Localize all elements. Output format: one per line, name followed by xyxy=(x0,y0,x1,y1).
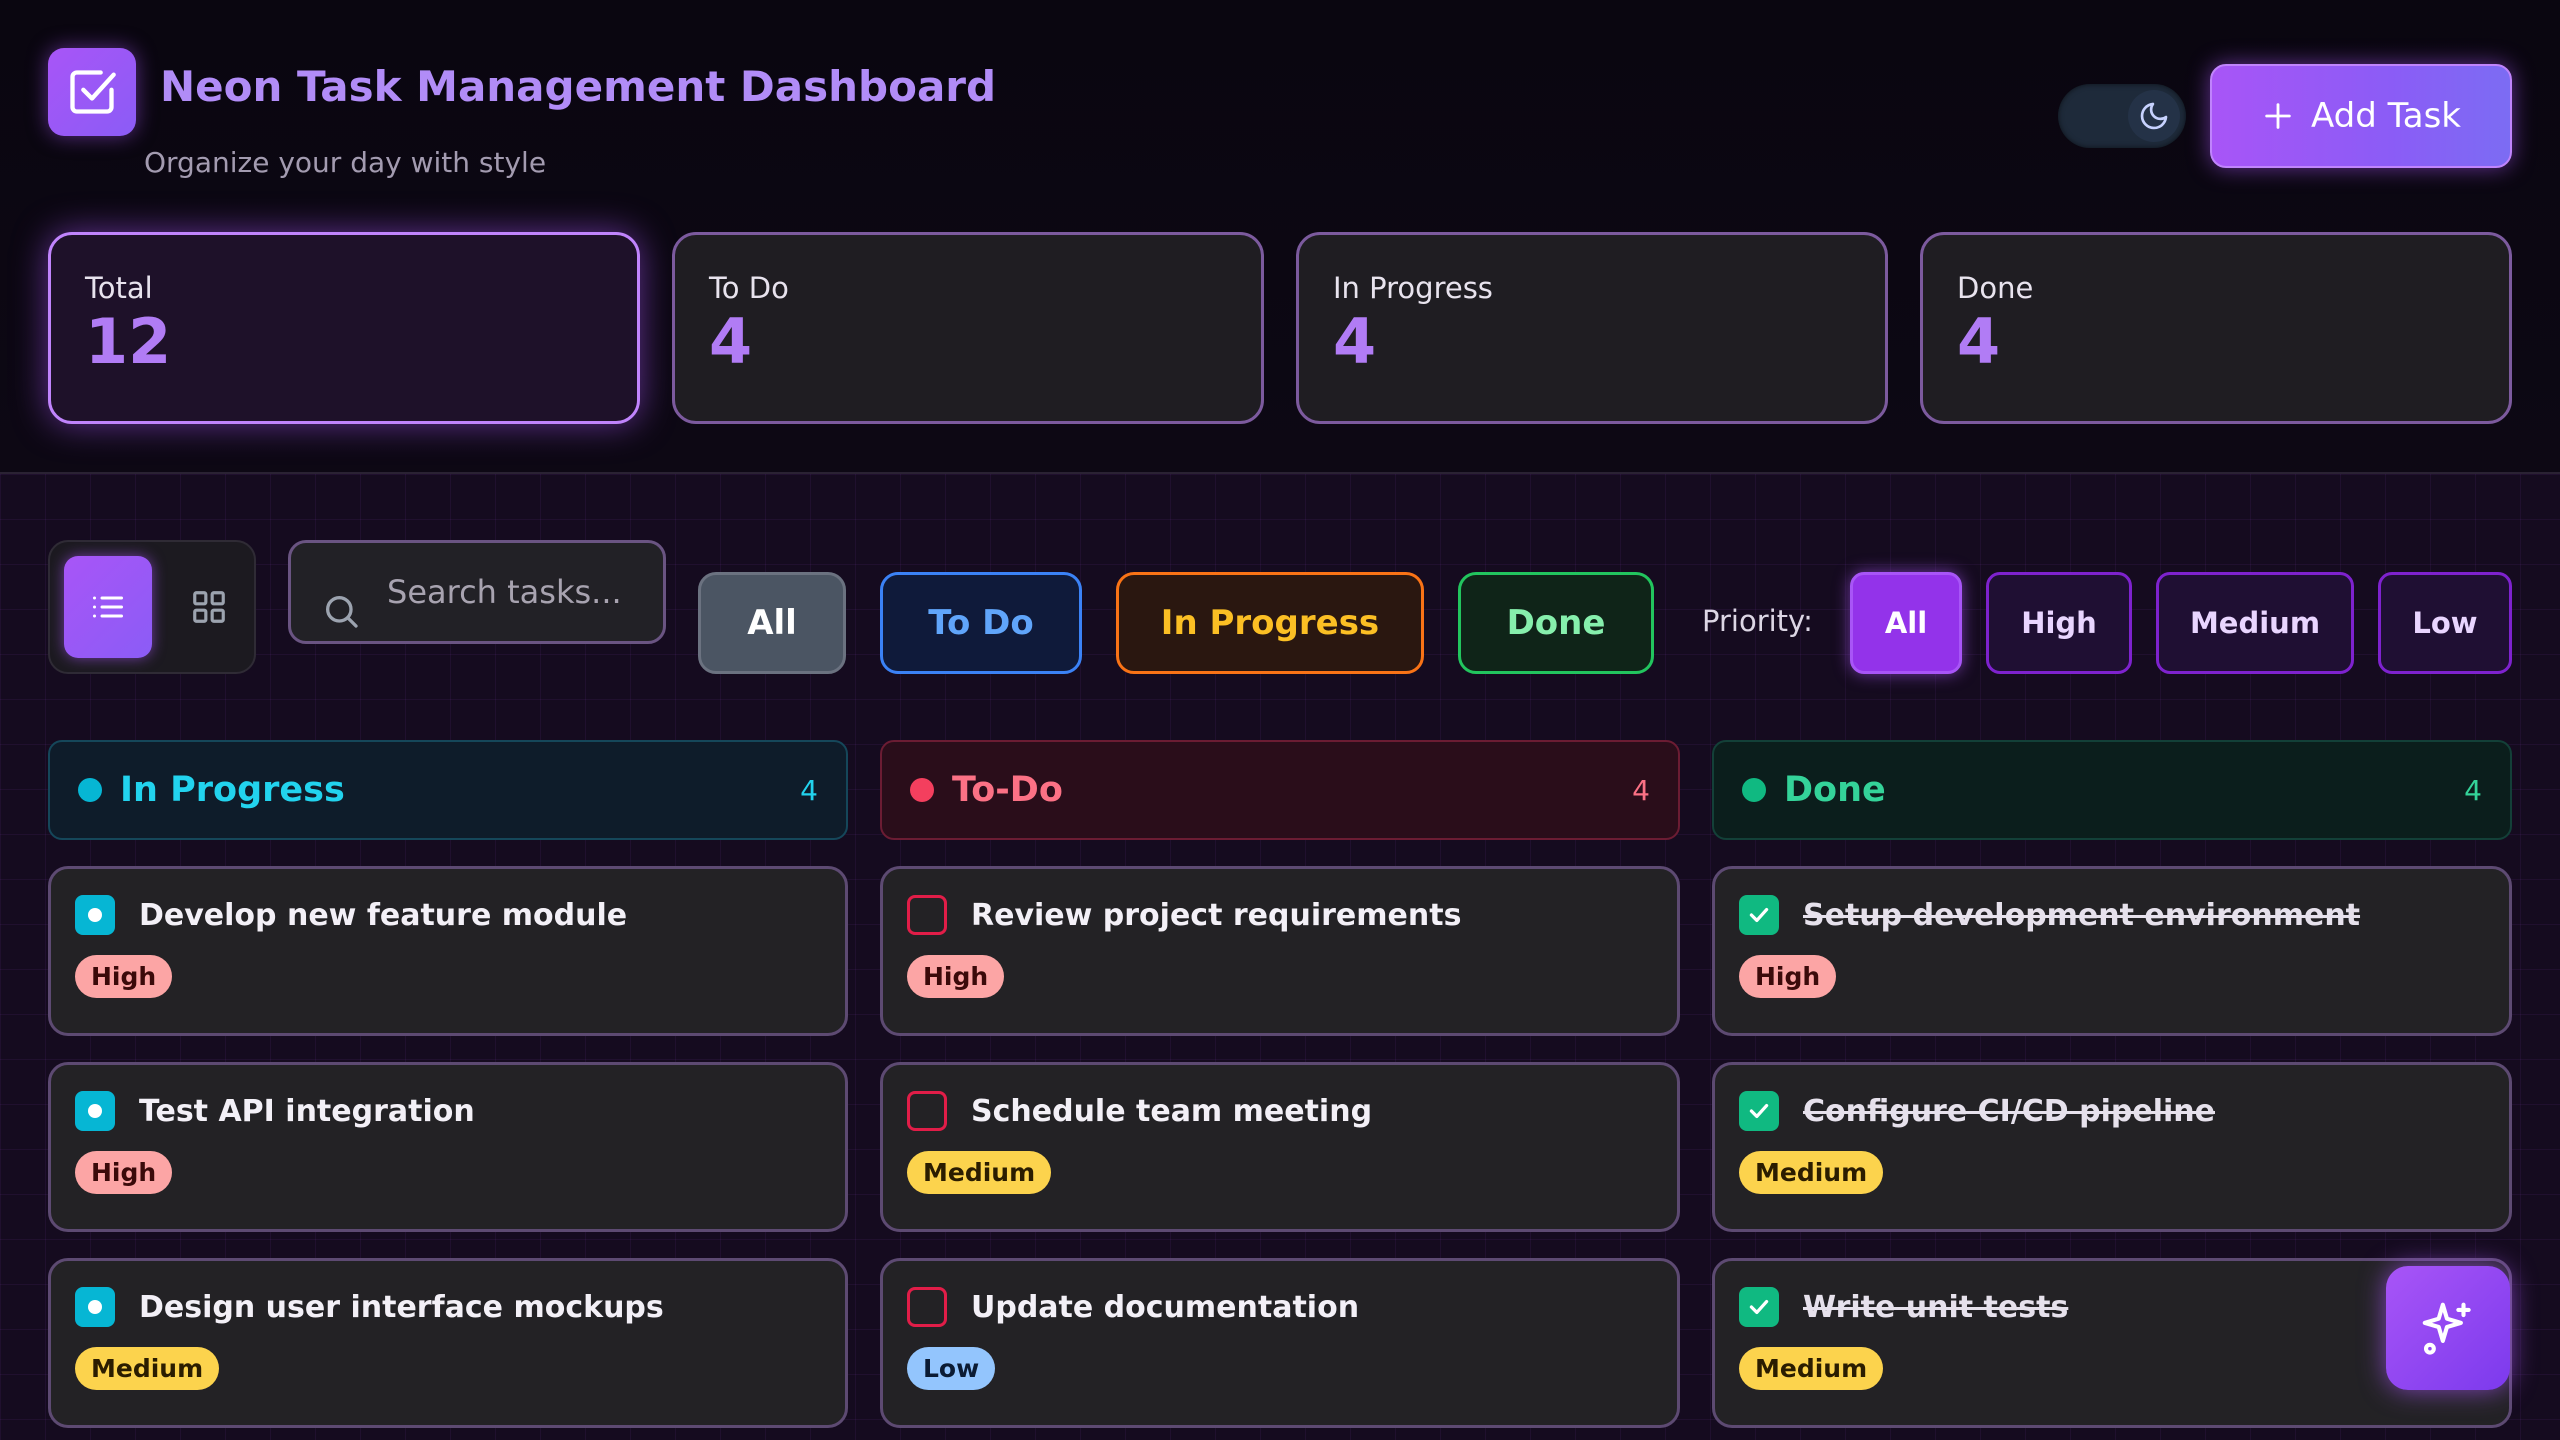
app-title: Neon Task Management Dashboard xyxy=(160,62,997,111)
column-header: Done 4 xyxy=(1712,740,2512,840)
priority-badge: Medium xyxy=(907,1151,1052,1194)
stat-card-total[interactable]: Total 12 xyxy=(48,232,640,424)
checkbox-icon xyxy=(70,70,116,114)
column-title: To-Do xyxy=(952,770,1063,810)
add-task-button[interactable]: Add Task xyxy=(2210,64,2512,168)
task-title: Design user interface mockups xyxy=(139,1289,664,1325)
theme-toggle-knob xyxy=(2128,90,2180,142)
task-status-checkbox[interactable] xyxy=(75,895,115,935)
add-task-label: Add Task xyxy=(2310,96,2461,136)
stat-card-todo[interactable]: To Do 4 xyxy=(672,232,1264,424)
column-title: Done xyxy=(1784,770,1886,810)
stat-label: Total xyxy=(85,271,153,305)
task-title: Review project requirements xyxy=(971,897,1462,933)
stat-value: 12 xyxy=(85,305,172,378)
stat-card-in-progress[interactable]: In Progress 4 xyxy=(1296,232,1888,424)
task-title: Update documentation xyxy=(971,1289,1360,1325)
column-in-progress: In Progress 4 Develop new feature module… xyxy=(48,740,848,1428)
priority-badge: Medium xyxy=(1739,1151,1884,1194)
priority-badge: High xyxy=(75,1151,173,1194)
moon-icon xyxy=(2140,102,2168,130)
column-count: 4 xyxy=(2464,773,2482,807)
task-status-checkbox[interactable] xyxy=(907,895,947,935)
plus-icon xyxy=(2265,103,2291,129)
view-grid-button[interactable] xyxy=(176,556,242,658)
task-status-checkbox[interactable] xyxy=(75,1287,115,1327)
priority-filter-low[interactable]: Low xyxy=(2378,572,2512,674)
check-icon xyxy=(1749,1299,1769,1315)
task-title: Schedule team meeting xyxy=(971,1093,1373,1129)
priority-filter-high[interactable]: High xyxy=(1986,572,2132,674)
app-logo xyxy=(48,48,136,136)
column-header: To-Do 4 xyxy=(880,740,1680,840)
task-status-checkbox[interactable] xyxy=(907,1287,947,1327)
task-status-checkbox[interactable] xyxy=(907,1091,947,1131)
column-count: 4 xyxy=(800,773,818,807)
priority-badge: Medium xyxy=(1739,1347,1884,1390)
search-input[interactable] xyxy=(387,543,657,641)
check-icon xyxy=(1749,907,1769,923)
priority-badge: High xyxy=(1739,955,1837,998)
task-title: Write unit tests xyxy=(1803,1289,2069,1325)
search-icon xyxy=(326,596,358,628)
task-title: Configure CI/CD pipeline xyxy=(1803,1093,2215,1129)
task-status-checkbox[interactable] xyxy=(1739,1091,1779,1131)
theme-toggle[interactable] xyxy=(2058,84,2186,148)
status-dot xyxy=(1742,778,1766,802)
view-toggle xyxy=(48,540,256,674)
task-title: Develop new feature module xyxy=(139,897,628,933)
app-subtitle: Organize your day with style xyxy=(144,146,547,179)
sparkles-icon xyxy=(2422,1302,2471,1355)
task-card[interactable]: Develop new feature module High xyxy=(48,866,848,1036)
task-status-checkbox[interactable] xyxy=(75,1091,115,1131)
stat-label: Done xyxy=(1957,271,2034,305)
ai-assistant-button[interactable] xyxy=(2386,1266,2510,1390)
priority-badge: Low xyxy=(907,1347,996,1390)
filter-done[interactable]: Done xyxy=(1458,572,1654,674)
stat-label: To Do xyxy=(709,271,789,305)
status-dot xyxy=(910,778,934,802)
stat-value: 4 xyxy=(1957,305,2001,378)
stat-value: 4 xyxy=(709,305,753,378)
filter-todo[interactable]: To Do xyxy=(880,572,1082,674)
column-title: In Progress xyxy=(120,770,345,810)
column-count: 4 xyxy=(1632,773,1650,807)
priority-badge: Medium xyxy=(75,1347,220,1390)
priority-filter-all[interactable]: All xyxy=(1850,572,1962,674)
task-card[interactable]: Schedule team meeting Medium xyxy=(880,1062,1680,1232)
list-icon xyxy=(93,596,123,618)
column-header: In Progress 4 xyxy=(48,740,848,840)
priority-label: Priority: xyxy=(1702,604,1813,638)
task-card[interactable]: Review project requirements High xyxy=(880,866,1680,1036)
task-card[interactable]: Configure CI/CD pipeline Medium xyxy=(1712,1062,2512,1232)
priority-badge: High xyxy=(907,955,1005,998)
search-box xyxy=(288,540,666,644)
column-todo: To-Do 4 Review project requirements High… xyxy=(880,740,1680,1428)
task-card[interactable]: Setup development environment High xyxy=(1712,866,2512,1036)
task-status-checkbox[interactable] xyxy=(1739,895,1779,935)
stat-card-done[interactable]: Done 4 xyxy=(1920,232,2512,424)
priority-badge: High xyxy=(75,955,173,998)
task-title: Test API integration xyxy=(139,1093,475,1129)
task-status-checkbox[interactable] xyxy=(1739,1287,1779,1327)
stat-label: In Progress xyxy=(1333,271,1493,305)
task-title: Setup development environment xyxy=(1803,897,2361,933)
check-icon xyxy=(1749,1103,1769,1119)
task-card[interactable]: Design user interface mockups Medium xyxy=(48,1258,848,1428)
priority-filter-medium[interactable]: Medium xyxy=(2156,572,2354,674)
task-card[interactable]: Test API integration High xyxy=(48,1062,848,1232)
stat-value: 4 xyxy=(1333,305,1377,378)
search-icon-wrap xyxy=(321,591,361,635)
grid-icon xyxy=(193,591,225,623)
view-list-button[interactable] xyxy=(64,556,152,658)
task-card[interactable]: Update documentation Low xyxy=(880,1258,1680,1428)
filter-in-progress[interactable]: In Progress xyxy=(1116,572,1424,674)
status-dot xyxy=(78,778,102,802)
filter-all[interactable]: All xyxy=(698,572,846,674)
